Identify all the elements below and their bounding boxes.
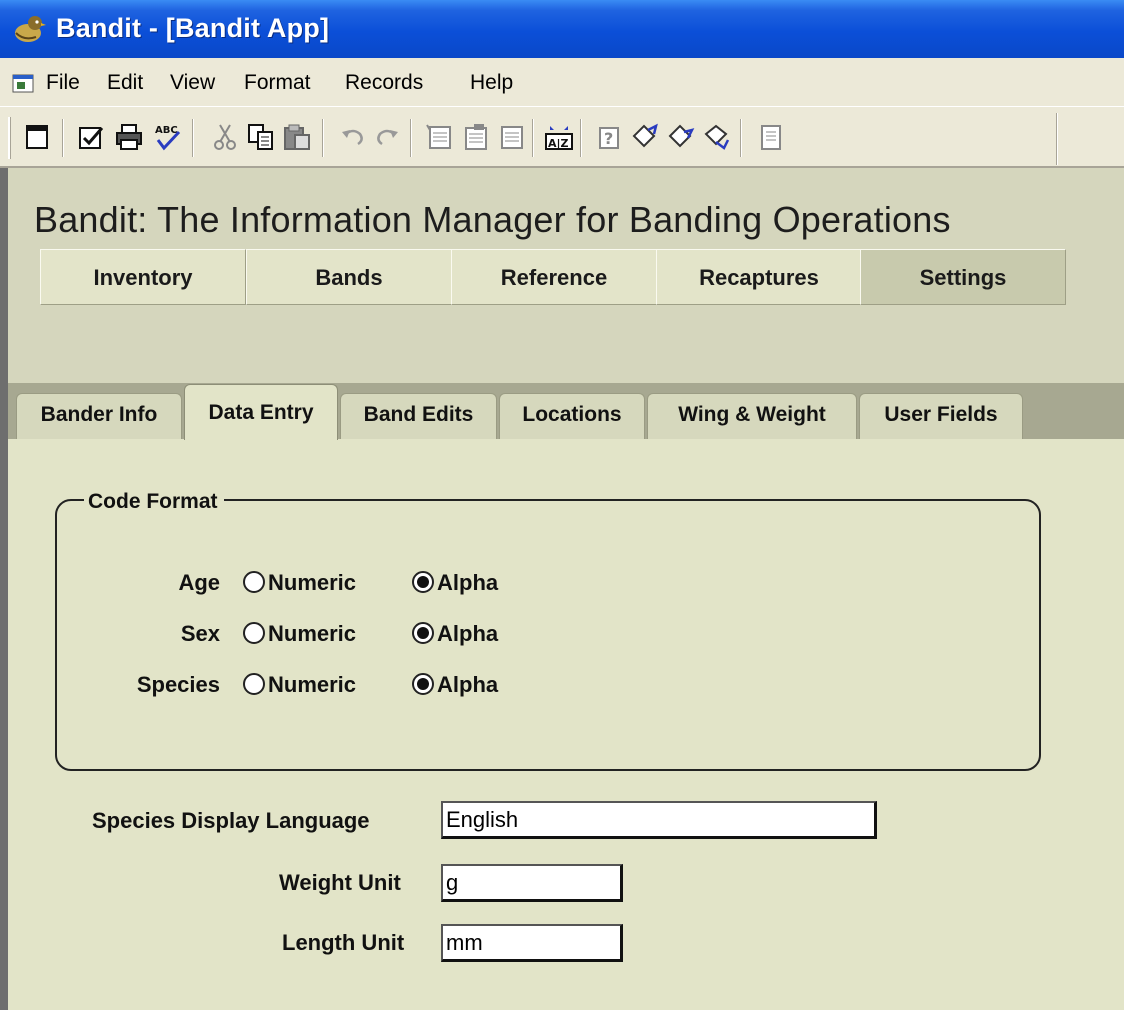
species-language-field[interactable] [441, 801, 877, 839]
nav-recaptures-button[interactable]: Recaptures [656, 249, 862, 305]
record-icon[interactable] [496, 122, 526, 152]
toolbar-separator [192, 119, 194, 157]
form-view-icon[interactable] [22, 122, 52, 152]
nav-bands-button[interactable]: Bands [246, 249, 452, 305]
tab-data-entry[interactable]: Data Entry [184, 384, 338, 440]
tab-locations[interactable]: Locations [499, 393, 645, 439]
tab-wing-weight[interactable]: Wing & Weight [647, 393, 857, 439]
toolbar-separator [410, 119, 412, 157]
copy-icon[interactable] [246, 122, 276, 152]
option-label: Numeric [268, 672, 357, 697]
menu-help[interactable]: Help [470, 71, 513, 95]
sex-alpha-radio[interactable]: Alpha [412, 621, 498, 647]
toolbar-end [1056, 113, 1058, 165]
menu-format[interactable]: Format [244, 71, 311, 95]
radio-selected-icon [412, 571, 434, 593]
age-alpha-radio[interactable]: Alpha [412, 570, 498, 596]
document-icon[interactable] [12, 72, 36, 94]
toolbar-grip[interactable] [8, 117, 11, 159]
redo-icon[interactable] [372, 122, 402, 152]
svg-text:ABC: ABC [155, 125, 178, 136]
menu-records[interactable]: Records [345, 71, 423, 95]
help-icon[interactable]: ? [594, 122, 624, 152]
species-language-label: Species Display Language [92, 808, 370, 833]
sex-numeric-radio[interactable]: Numeric [243, 621, 356, 647]
species-label: Species [136, 672, 220, 697]
length-unit-label: Length Unit [282, 930, 405, 955]
species-alpha-radio[interactable]: Alpha [412, 672, 498, 698]
undo-icon[interactable] [338, 122, 368, 152]
records-icon[interactable] [630, 122, 660, 152]
radio-unselected-icon [243, 622, 265, 644]
tab-band-edits[interactable]: Band Edits [340, 393, 497, 439]
option-label: Alpha [437, 621, 499, 646]
menu-view[interactable]: View [170, 71, 215, 95]
sex-label: Sex [180, 621, 220, 646]
nav-inventory-button[interactable]: Inventory [40, 249, 246, 305]
sort-icon[interactable]: A|Z [544, 122, 574, 152]
window-title: Bandit - [Bandit App] [56, 13, 330, 43]
filter-icon[interactable] [756, 122, 786, 152]
weight-unit-label: Weight Unit [279, 870, 401, 895]
svg-text:A|Z: A|Z [548, 137, 569, 150]
menu-bar: File Edit View Format Records Help [0, 58, 1124, 106]
paste-icon[interactable] [282, 122, 312, 152]
age-numeric-radio[interactable]: Numeric [243, 570, 356, 596]
records-icon[interactable] [702, 122, 732, 152]
svg-text:?: ? [604, 129, 613, 148]
radio-selected-icon [412, 673, 434, 695]
print-icon[interactable] [114, 122, 144, 152]
check-icon[interactable] [76, 122, 106, 152]
toolbar-separator [740, 119, 742, 157]
toolbar-separator [322, 119, 324, 157]
menu-edit[interactable]: Edit [107, 71, 143, 95]
new-record-icon[interactable] [424, 122, 454, 152]
cut-icon[interactable] [210, 122, 240, 152]
records-icon[interactable] [666, 122, 696, 152]
nav-reference-button[interactable]: Reference [451, 249, 657, 305]
toolbar-separator [62, 119, 64, 157]
toolbar-separator [532, 119, 534, 157]
species-numeric-radio[interactable]: Numeric [243, 672, 356, 698]
radio-selected-icon [412, 622, 434, 644]
tab-bander-info[interactable]: Bander Info [16, 393, 182, 439]
option-label: Numeric [268, 621, 357, 646]
nav-settings-button[interactable]: Settings [860, 249, 1066, 305]
radio-unselected-icon [243, 673, 265, 695]
menu-file[interactable]: File [46, 71, 80, 95]
age-label: Age [178, 570, 220, 595]
bird-app-icon[interactable] [10, 11, 46, 47]
length-unit-field[interactable] [441, 924, 623, 962]
delete-record-icon[interactable] [460, 122, 490, 152]
option-label: Alpha [437, 570, 499, 595]
spelling-icon[interactable]: ABC [152, 122, 182, 152]
radio-unselected-icon [243, 571, 265, 593]
option-label: Alpha [437, 672, 499, 697]
page-title: Bandit: The Information Manager for Band… [34, 199, 951, 240]
weight-unit-field[interactable] [441, 864, 623, 902]
option-label: Numeric [268, 570, 357, 595]
tab-user-fields[interactable]: User Fields [859, 393, 1023, 439]
toolbar-separator [580, 119, 582, 157]
title-bar: Bandit - [Bandit App] [0, 0, 1124, 58]
toolbar: ABC A|Z ? [0, 106, 1124, 168]
code-format-legend: Code Format [84, 490, 224, 514]
